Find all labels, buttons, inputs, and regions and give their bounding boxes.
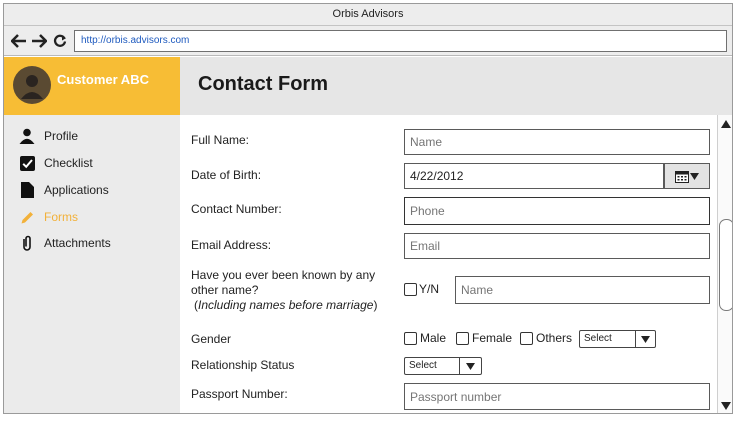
back-arrow-icon[interactable]: [10, 31, 28, 51]
gender-select[interactable]: Select: [579, 330, 656, 348]
relationship-select-value: Select: [409, 360, 437, 371]
sidebar-item-label: Forms: [44, 210, 78, 224]
scroll-thumb[interactable]: [719, 219, 732, 311]
other-name-label-line1: Have you ever been known by any: [191, 268, 376, 282]
gender-female-checkbox[interactable]: [456, 332, 469, 345]
other-name-label-line2: other name?: [191, 283, 259, 297]
full-name-input[interactable]: [404, 129, 710, 155]
window-title: Orbis Advisors: [332, 8, 404, 20]
sidebar-item-label: Profile: [44, 129, 79, 143]
gender-male-checkbox[interactable]: [404, 332, 417, 345]
sidebar-item-forms[interactable]: Forms: [18, 207, 78, 227]
forward-arrow-icon[interactable]: [30, 31, 48, 51]
chevron-down-icon: [635, 331, 655, 347]
scroll-up-icon[interactable]: [719, 117, 732, 131]
other-name-note: (Including names before marriage): [191, 298, 377, 313]
relationship-label: Relationship Status: [191, 358, 295, 372]
passport-input[interactable]: [404, 383, 710, 410]
sidebar: Profile Checklist Applications Forms Att…: [4, 115, 180, 413]
email-label: Email Address:: [191, 238, 272, 252]
other-name-checkbox-label: Y/N: [419, 282, 440, 296]
relationship-select[interactable]: Select: [404, 357, 482, 375]
phone-input[interactable]: [404, 197, 710, 225]
gender-label: Gender: [191, 332, 232, 346]
sidebar-item-checklist[interactable]: Checklist: [18, 153, 93, 173]
sidebar-item-label: Applications: [44, 183, 109, 197]
address-bar[interactable]: http://orbis.advisors.com: [74, 30, 727, 52]
other-name-note-close: ): [373, 298, 378, 312]
sidebar-item-profile[interactable]: Profile: [18, 126, 78, 146]
full-name-label: Full Name:: [191, 133, 250, 147]
avatar[interactable]: [13, 66, 51, 104]
user-panel: Customer ABC: [4, 57, 180, 115]
paperclip-icon: [18, 234, 36, 252]
sidebar-item-label: Attachments: [44, 236, 111, 250]
dob-label: Date of Birth:: [191, 168, 262, 182]
sidebar-item-label: Checklist: [44, 156, 93, 170]
page-title: Contact Form: [198, 73, 328, 95]
contact-number-label: Contact Number:: [191, 202, 282, 216]
window-titlebar: Orbis Advisors: [4, 4, 732, 26]
other-name-checkbox[interactable]: [404, 283, 417, 296]
scroll-down-icon[interactable]: [719, 399, 732, 413]
user-name: Customer ABC: [57, 72, 149, 87]
gender-others-label: Others: [536, 331, 573, 345]
vertical-scrollbar[interactable]: [717, 115, 732, 413]
passport-label: Passport Number:: [191, 387, 288, 401]
page-header: Customer ABC Contact Form: [4, 57, 732, 115]
document-icon: [18, 181, 36, 199]
sidebar-item-attachments[interactable]: Attachments: [18, 233, 111, 253]
gender-male-label: Male: [420, 331, 447, 345]
date-picker-button[interactable]: [664, 163, 710, 189]
pencil-icon: [18, 208, 36, 226]
browser-window: Orbis Advisors http://orbis.advisors.com…: [3, 3, 733, 414]
contact-form: Full Name: Date of Birth: Contact Number…: [180, 115, 717, 413]
dob-input[interactable]: [404, 163, 664, 189]
person-icon: [18, 127, 36, 145]
other-name-question: Have you ever been known by any other na…: [191, 268, 377, 313]
chevron-down-icon: [690, 172, 699, 180]
chevron-down-icon: [459, 358, 481, 374]
checkbox-icon: [18, 154, 36, 172]
refresh-icon[interactable]: [51, 31, 69, 51]
browser-navbar: http://orbis.advisors.com: [4, 26, 732, 56]
sidebar-item-applications[interactable]: Applications: [18, 180, 109, 200]
gender-female-label: Female: [472, 331, 513, 345]
other-name-note-text: Including names before marriage: [198, 298, 374, 312]
user-avatar-icon: [21, 75, 43, 99]
email-input[interactable]: [404, 233, 710, 259]
gender-select-value: Select: [584, 333, 612, 344]
other-name-input[interactable]: [455, 276, 710, 304]
gender-others-checkbox[interactable]: [520, 332, 533, 345]
calendar-icon: [675, 170, 689, 183]
